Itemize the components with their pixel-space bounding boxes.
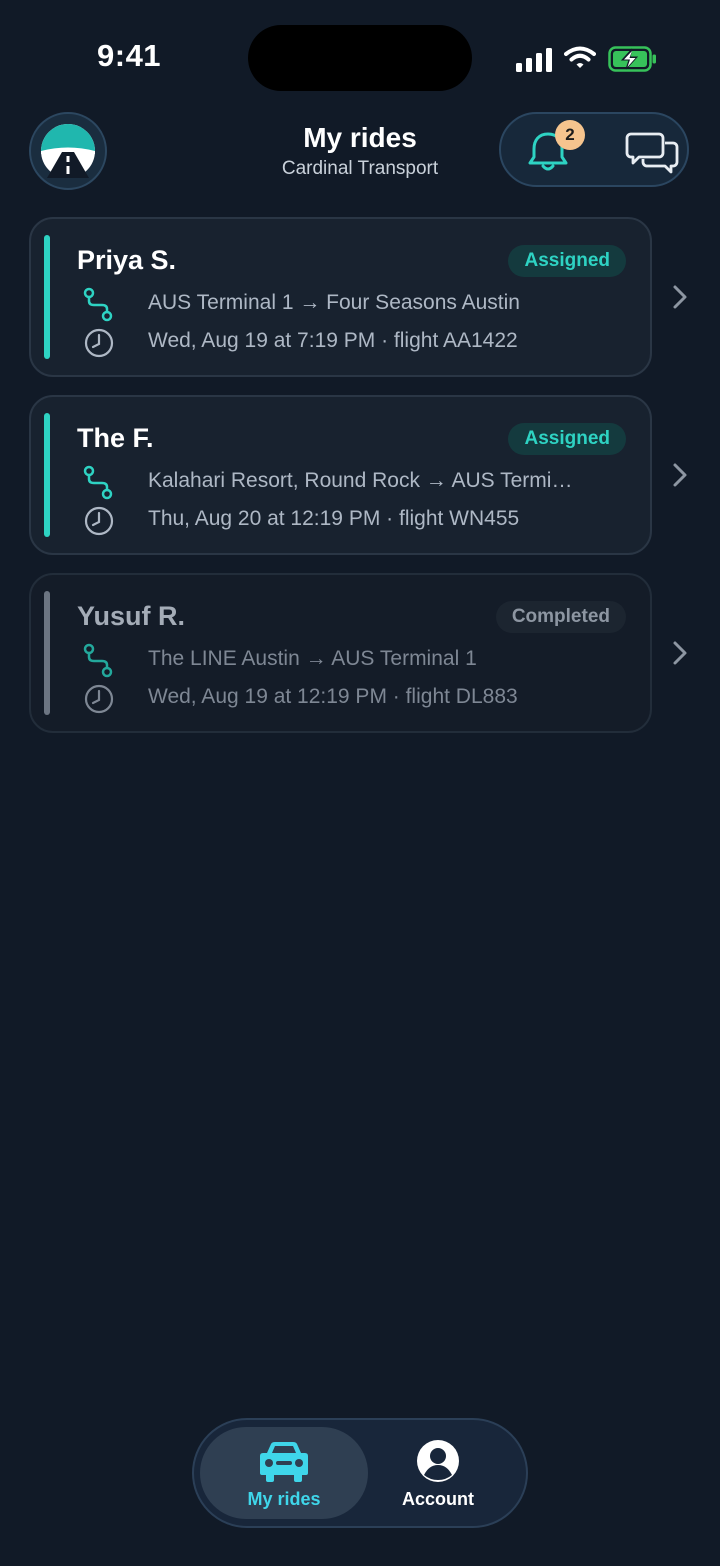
chevron-right-icon[interactable] bbox=[670, 639, 690, 667]
clock-icon bbox=[84, 506, 114, 536]
rider-name: Priya S. bbox=[77, 245, 177, 275]
ride-route: AUS Terminal 1 → Four Seasons Austin bbox=[148, 291, 520, 314]
chat-bubbles-icon bbox=[625, 132, 679, 174]
status-time: 9:41 bbox=[97, 38, 162, 73]
clock-icon bbox=[84, 328, 114, 358]
header-actions: 2 bbox=[499, 112, 689, 187]
status-icons bbox=[512, 40, 662, 76]
status-badge: Assigned bbox=[508, 245, 626, 277]
clock-icon bbox=[84, 684, 114, 714]
chevron-right-icon[interactable] bbox=[670, 283, 690, 311]
nav-label-account: Account bbox=[402, 1489, 474, 1509]
route-icon bbox=[83, 643, 113, 678]
messages-button[interactable] bbox=[625, 129, 679, 175]
page-title: My rides bbox=[303, 122, 417, 153]
nav-tab-account[interactable]: Account bbox=[354, 1427, 522, 1519]
ride-route: The LINE Austin → AUS Terminal 1 bbox=[148, 647, 477, 670]
ride-route: Kalahari Resort, Round Rock → AUS Termi… bbox=[148, 469, 573, 492]
ride-card[interactable]: Yusuf R. Completed The LINE Austin → AUS… bbox=[29, 573, 652, 733]
nav-tab-my-rides[interactable]: My rides bbox=[200, 1427, 368, 1519]
road-logo-icon bbox=[41, 124, 95, 178]
status-bar: 9:41 bbox=[0, 0, 720, 110]
battery-charging-icon bbox=[608, 46, 656, 72]
status-badge: Completed bbox=[495, 601, 626, 633]
route-icon bbox=[83, 465, 113, 500]
cellular-signal-icon bbox=[516, 48, 552, 72]
rider-name: The F. bbox=[77, 423, 154, 453]
app-logo[interactable] bbox=[29, 112, 107, 190]
account-icon bbox=[417, 1440, 459, 1482]
rider-name: Yusuf R. bbox=[77, 601, 186, 631]
wifi-icon bbox=[564, 46, 596, 68]
ride-card[interactable]: Priya S. Assigned AUS Terminal 1 → Four … bbox=[29, 217, 652, 377]
status-accent-bar bbox=[44, 591, 50, 715]
bottom-nav: My rides Account bbox=[192, 1418, 528, 1528]
ride-card[interactable]: The F. Assigned Kalahari Resort, Round R… bbox=[29, 395, 652, 555]
ride-time: Thu, Aug 20 at 12:19 PM · flight WN455 bbox=[148, 507, 520, 530]
chevron-right-icon[interactable] bbox=[670, 461, 690, 489]
page-subtitle: Cardinal Transport bbox=[281, 158, 439, 179]
car-icon bbox=[260, 1442, 308, 1482]
notification-count-badge: 2 bbox=[555, 120, 585, 150]
dynamic-island bbox=[248, 25, 472, 91]
ride-time: Wed, Aug 19 at 12:19 PM · flight DL883 bbox=[148, 685, 518, 708]
status-accent-bar bbox=[44, 413, 50, 537]
ride-time: Wed, Aug 19 at 7:19 PM · flight AA1422 bbox=[148, 329, 518, 352]
status-accent-bar bbox=[44, 235, 50, 359]
nav-label-my-rides: My rides bbox=[247, 1489, 321, 1509]
route-icon bbox=[83, 287, 113, 322]
status-badge: Assigned bbox=[508, 423, 626, 455]
